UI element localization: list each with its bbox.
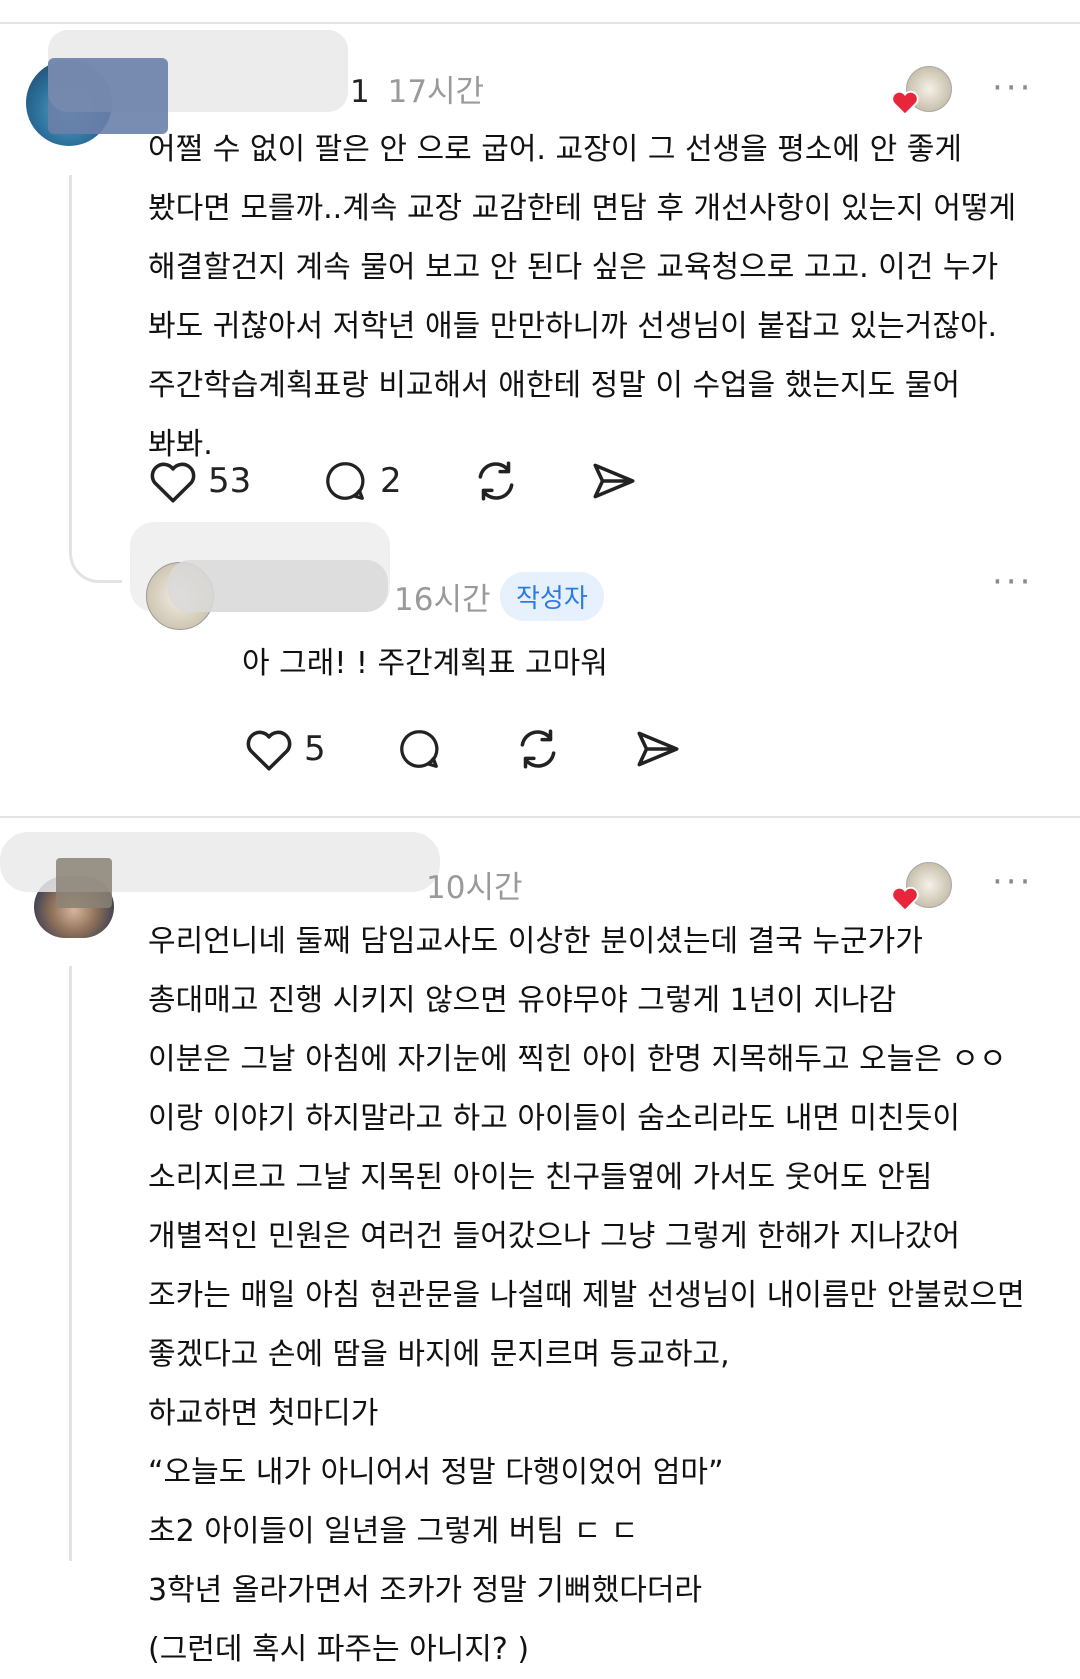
like-count: 5 [304, 729, 326, 769]
reply-button[interactable] [394, 726, 444, 772]
comment-line: 봐도 귀찮아서 저학년 애들 만만하니까 선생님이 붙잡고 있는거잖아. [148, 309, 998, 344]
like-button[interactable]: 53 [148, 458, 251, 504]
comment-line: “오늘도 내가 아니어서 정말 다행이었어 엄마” [148, 1455, 724, 1490]
comment-body: 아 그래! ! 주간계획표 고마워 [242, 634, 608, 693]
thread-line [69, 966, 72, 1561]
liked-heart-icon [891, 90, 919, 116]
comment-line: 하교하면 첫마디가 [148, 1396, 379, 1431]
liked-heart-icon [891, 886, 919, 912]
comment-line: 봐봐. [148, 427, 213, 462]
timestamp: 17시간 [387, 74, 485, 110]
comment-line: (그런데 혹시 파주는 아니지? ) [148, 1632, 530, 1667]
section-divider [0, 816, 1080, 818]
author-badge: 작성자 [500, 572, 604, 621]
share-button[interactable] [588, 456, 640, 506]
timestamp: 10시간 [426, 870, 523, 906]
redacted-username-block [168, 560, 388, 612]
comment-line: 초2 아이들이 일년을 그렇게 버팀 ㄷ ㄷ [148, 1514, 639, 1549]
more-icon[interactable]: ··· [992, 71, 1033, 105]
comment-line: 총대매고 진행 시키지 않으면 유야무야 그렇게 1년이 지나감 [148, 983, 897, 1018]
comment-icon [326, 462, 365, 500]
comment-meta: 1 17시간 [350, 66, 484, 111]
more-icon[interactable]: ··· [992, 865, 1033, 899]
repost-button[interactable] [512, 724, 564, 774]
thread-line [69, 175, 122, 583]
send-icon [593, 463, 635, 499]
more-icon[interactable]: ··· [992, 565, 1033, 599]
comment-line: 어쩔 수 없이 팔은 안 으로 굽어. 교장이 그 선생을 평소에 안 좋게 [148, 132, 962, 167]
comment-line: 이랑 이야기 하지말라고 하고 아이들이 숨소리라도 내면 미친듯이 [148, 1101, 960, 1136]
top-divider [0, 22, 1080, 24]
share-button[interactable] [632, 724, 684, 774]
author-name-tail: 1 [350, 74, 370, 110]
comment-body: 어쩔 수 없이 팔은 안 으로 굽어. 교장이 그 선생을 평소에 안 좋게 봤… [148, 120, 1016, 474]
reply-button[interactable]: 2 [320, 458, 402, 504]
comment-line: 소리지르고 그날 지목된 아이는 친구들옆에 가서도 웃어도 안됨 [148, 1160, 933, 1195]
timestamp: 16시간 [394, 582, 491, 618]
comment-line: 우리언니네 둘째 담임교사도 이상한 분이셨는데 결국 누군가가 [148, 924, 923, 959]
send-icon [637, 731, 679, 767]
comment-line: 해결할건지 계속 물어 보고 안 된다 싶은 교육청으로 고고. 이건 누가 [148, 250, 999, 285]
heart-icon [150, 462, 196, 503]
like-count: 53 [208, 461, 252, 501]
comment-line: 3학년 올라가면서 조카가 정말 기뻐했다더라 [148, 1573, 703, 1608]
repost-icon [520, 729, 556, 769]
comment-line: 이분은 그날 아침에 자기눈에 찍힌 아이 한명 지목해두고 오늘은 ㅇㅇ [148, 1042, 1007, 1077]
reply-count: 2 [380, 461, 402, 501]
comment-icon [400, 730, 439, 768]
comment-line: 조카는 매일 아침 현관문을 나설때 제발 선생님이 내이름만 안불렀으면 [148, 1278, 1025, 1313]
repost-button[interactable] [470, 456, 522, 506]
heart-icon [246, 730, 292, 771]
redacted-username-block [56, 858, 112, 908]
like-button[interactable]: 5 [244, 726, 326, 772]
repost-icon [478, 461, 514, 501]
comment-line: 주간학습계획표랑 비교해서 애한테 정말 이 수업을 했는지도 물어 [148, 368, 960, 403]
comment-line: 좋겠다고 손에 땀을 바지에 문지르며 등교하고, [148, 1337, 730, 1372]
comment-body: 우리언니네 둘째 담임교사도 이상한 분이셨는데 결국 누군가가 총대매고 진행… [148, 912, 1025, 1679]
comment-line: 개별적인 민원은 여러건 들어갔으나 그냥 그렇게 한해가 지나갔어 [148, 1219, 960, 1254]
comment-line: 봤다면 모를까..계속 교장 교감한테 면담 후 개선사항이 있는지 어떻게 [148, 191, 1017, 226]
comment-line: 아 그래! ! 주간계획표 고마워 [242, 646, 608, 681]
